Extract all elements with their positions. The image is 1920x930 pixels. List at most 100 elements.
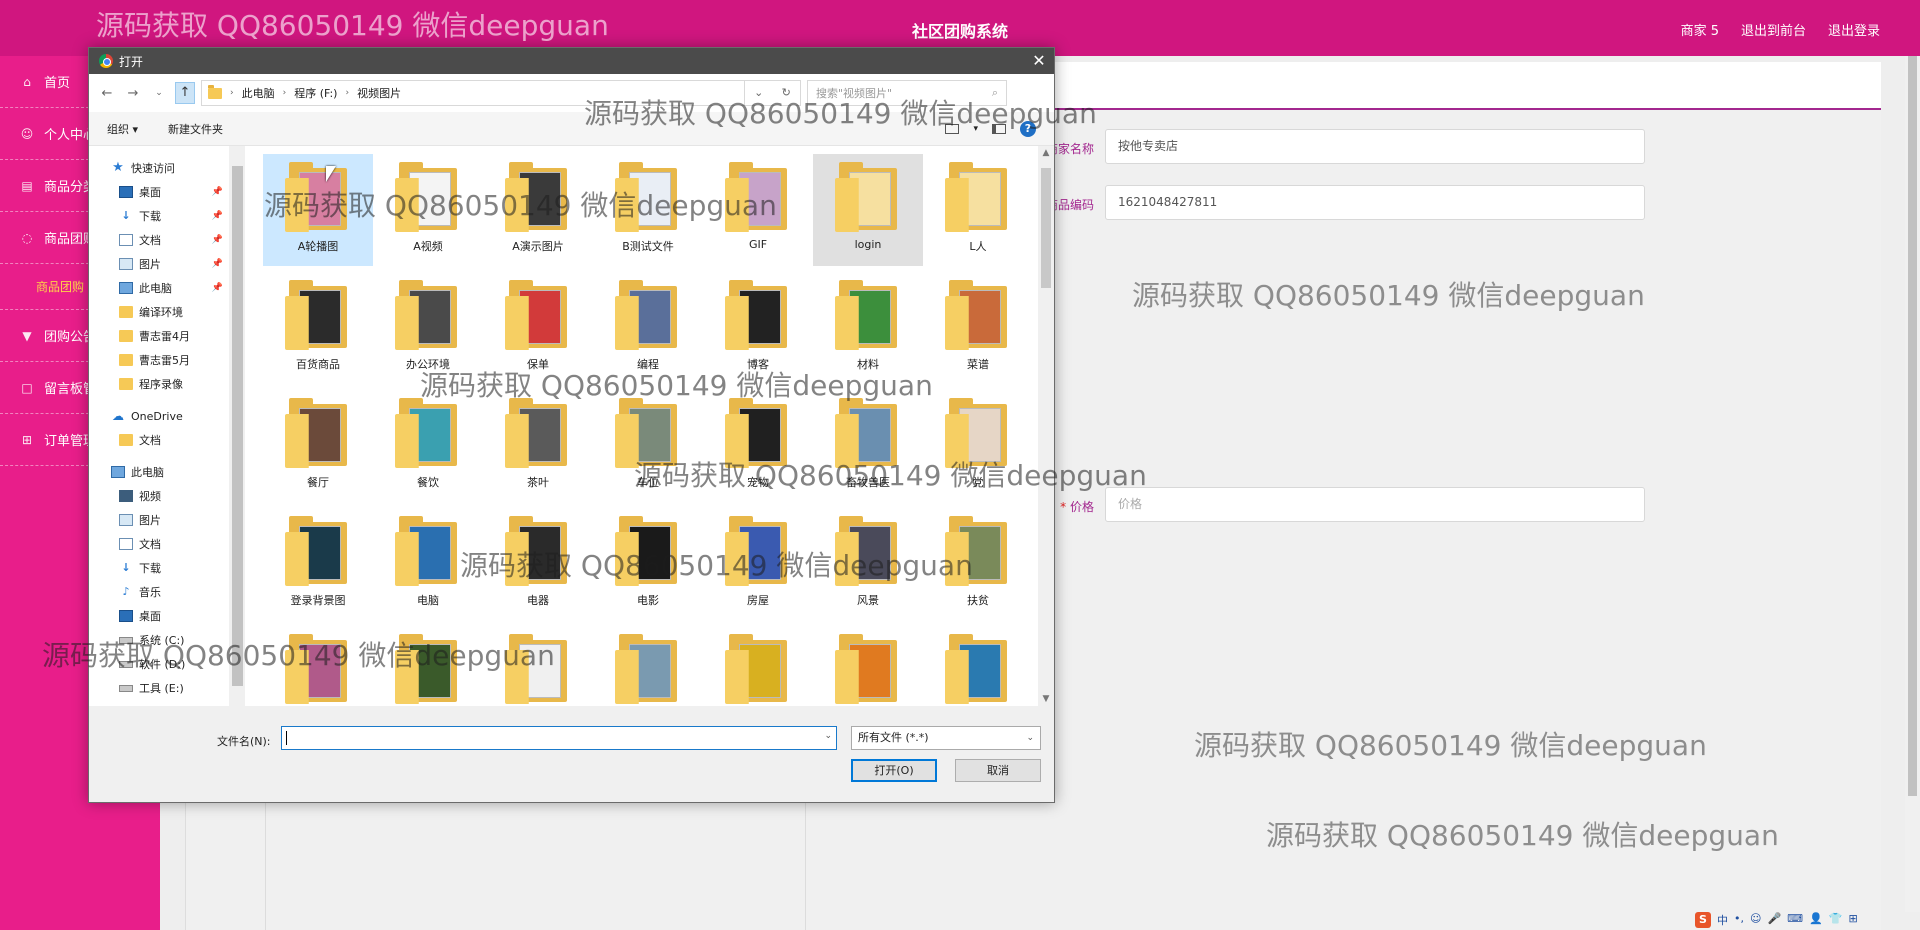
price-field[interactable]: 价格 xyxy=(1105,487,1645,522)
forward-arrow-icon[interactable]: → xyxy=(123,86,143,101)
folder-item[interactable]: A轮播图 xyxy=(263,154,373,266)
tree-item-this-pc[interactable]: 此电脑 xyxy=(89,460,229,484)
filetype-select[interactable]: 所有文件 (*.*) ⌄ xyxy=(851,726,1041,750)
file-scrollbar[interactable]: ▲ ▼ xyxy=(1038,146,1054,706)
folder-item[interactable]: GIF xyxy=(703,154,813,266)
folder-item[interactable]: 博客 xyxy=(703,272,813,384)
folder-item[interactable]: 菜谱 xyxy=(923,272,1033,384)
folder-item[interactable]: 百货商品 xyxy=(263,272,373,384)
recent-dropdown-icon[interactable]: ⌄ xyxy=(149,88,169,98)
folder-item[interactable]: 车位 xyxy=(593,390,703,502)
exit-to-front-link[interactable]: 退出到前台 xyxy=(1741,20,1806,39)
merchant-link[interactable]: 商家 5 xyxy=(1681,20,1719,39)
tree-item-folder[interactable]: 曹志雷4月 xyxy=(89,324,229,348)
folder-item[interactable]: 畜牧兽医 xyxy=(813,390,923,502)
tree-item-this-pc[interactable]: 此电脑 📌 xyxy=(89,276,229,300)
scroll-up-icon[interactable]: ▲ xyxy=(1038,148,1054,158)
help-icon[interactable]: ? xyxy=(1020,120,1036,137)
folder-item[interactable]: 房屋 xyxy=(703,508,813,620)
tree-item-drive-e[interactable]: 工具 (E:) xyxy=(89,676,229,700)
tree-item-folder[interactable]: 程序录像 xyxy=(89,372,229,396)
tree-item-folder[interactable]: 曹志雷5月 xyxy=(89,348,229,372)
tree-item-desktop[interactable]: 桌面 📌 xyxy=(89,180,229,204)
folder-item[interactable] xyxy=(703,626,813,706)
tree-item-onedrive[interactable]: ☁ OneDrive xyxy=(89,404,229,428)
chevron-down-icon[interactable]: ⌄ xyxy=(745,81,773,105)
folder-item[interactable]: A演示图片 xyxy=(483,154,593,266)
folder-item[interactable]: 登录背景图 xyxy=(263,508,373,620)
close-icon[interactable]: ✕ xyxy=(1024,48,1054,74)
folder-item[interactable]: L人 xyxy=(923,154,1033,266)
breadcrumb-item[interactable]: 视频图片 xyxy=(357,85,401,101)
tree-item-pictures[interactable]: 图片 xyxy=(89,508,229,532)
new-folder-button[interactable]: 新建文件夹 xyxy=(168,121,223,137)
folder-item[interactable]: A视频 xyxy=(373,154,483,266)
keyboard-icon[interactable]: ⌨ xyxy=(1787,912,1803,928)
tree-item-pictures[interactable]: 图片 📌 xyxy=(89,252,229,276)
ime-icon[interactable]: S xyxy=(1695,912,1711,928)
folder-item[interactable]: 宠物 xyxy=(703,390,813,502)
breadcrumb-item[interactable]: 程序 (F:) xyxy=(294,85,337,101)
folder-item[interactable]: B测试文件 xyxy=(593,154,703,266)
scroll-thumb[interactable] xyxy=(1041,168,1051,288)
chevron-down-icon[interactable]: ⌄ xyxy=(824,731,832,741)
folder-item[interactable] xyxy=(263,626,373,706)
folder-item[interactable]: 党 xyxy=(923,390,1033,502)
scroll-thumb[interactable] xyxy=(1908,56,1917,796)
tree-scrollbar[interactable] xyxy=(230,146,245,706)
punctuation-icon[interactable]: •, xyxy=(1734,912,1744,928)
shop-name-field[interactable]: 按他专卖店 xyxy=(1105,129,1645,164)
folder-item[interactable]: login xyxy=(813,154,923,266)
folder-item[interactable] xyxy=(813,626,923,706)
breadcrumb-item[interactable]: 此电脑 xyxy=(242,85,275,101)
tree-item-quick-access[interactable]: ★ 快速访问 xyxy=(89,156,229,180)
organize-button[interactable]: 组织 ▾ xyxy=(107,121,138,137)
preview-pane-icon[interactable] xyxy=(992,123,1006,134)
logout-link[interactable]: 退出登录 xyxy=(1828,20,1880,39)
mic-icon[interactable]: 🎤 xyxy=(1767,912,1781,928)
product-code-field[interactable]: 1621048427811 xyxy=(1105,185,1645,220)
language-icon[interactable]: 中 xyxy=(1717,912,1728,928)
folder-item[interactable] xyxy=(483,626,593,706)
folder-item[interactable]: 餐饮 xyxy=(373,390,483,502)
view-mode-icon[interactable] xyxy=(945,123,960,134)
tree-item-downloads[interactable]: ↓ 下载 📌 xyxy=(89,204,229,228)
refresh-icon[interactable]: ↻ xyxy=(773,81,801,105)
address-bar[interactable]: › 此电脑 › 程序 (F:) › 视频图片 ⌄ ↻ xyxy=(201,80,801,106)
folder-item[interactable]: 电脑 xyxy=(373,508,483,620)
scroll-down-icon[interactable]: ▼ xyxy=(1038,694,1054,704)
scroll-thumb[interactable] xyxy=(232,166,243,686)
tree-item-videos[interactable]: 视频 xyxy=(89,484,229,508)
up-arrow-icon[interactable]: ↑ xyxy=(175,82,195,104)
folder-item[interactable]: 电影 xyxy=(593,508,703,620)
tree-item-drive-c[interactable]: 系统 (C:) xyxy=(89,628,229,652)
open-button[interactable]: 打开(O) xyxy=(851,759,937,782)
tree-item-documents[interactable]: 文档 xyxy=(89,532,229,556)
tree-item-folder[interactable]: 文档 xyxy=(89,428,229,452)
user-icon[interactable]: 👤 xyxy=(1809,912,1823,928)
folder-item[interactable]: 风景 xyxy=(813,508,923,620)
tree-item-music[interactable]: ♪ 音乐 xyxy=(89,580,229,604)
grid-icon[interactable]: ⊞ xyxy=(1848,912,1857,928)
folder-item[interactable] xyxy=(923,626,1033,706)
search-input[interactable]: 搜索"视频图片" ⌕ xyxy=(807,80,1007,106)
tree-item-desktop[interactable]: 桌面 xyxy=(89,604,229,628)
folder-item[interactable]: 材料 xyxy=(813,272,923,384)
shirt-icon[interactable]: 👕 xyxy=(1829,912,1843,928)
emoji-icon[interactable]: ☺ xyxy=(1750,912,1761,928)
folder-item[interactable]: 茶叶 xyxy=(483,390,593,502)
folder-item[interactable] xyxy=(373,626,483,706)
tree-item-folder[interactable]: 编译环境 xyxy=(89,300,229,324)
folder-item[interactable]: 编程 xyxy=(593,272,703,384)
cancel-button[interactable]: 取消 xyxy=(955,759,1041,782)
tree-item-documents[interactable]: 文档 📌 xyxy=(89,228,229,252)
back-arrow-icon[interactable]: ← xyxy=(97,86,117,101)
chevron-down-icon[interactable]: ▾ xyxy=(973,124,978,134)
page-scrollbar[interactable] xyxy=(1905,56,1920,912)
folder-item[interactable] xyxy=(593,626,703,706)
folder-item[interactable]: 餐厅 xyxy=(263,390,373,502)
filename-input[interactable]: ⌄ xyxy=(281,726,837,750)
folder-item[interactable]: 扶贫 xyxy=(923,508,1033,620)
folder-item[interactable]: 办公环境 xyxy=(373,272,483,384)
folder-item[interactable]: 电器 xyxy=(483,508,593,620)
